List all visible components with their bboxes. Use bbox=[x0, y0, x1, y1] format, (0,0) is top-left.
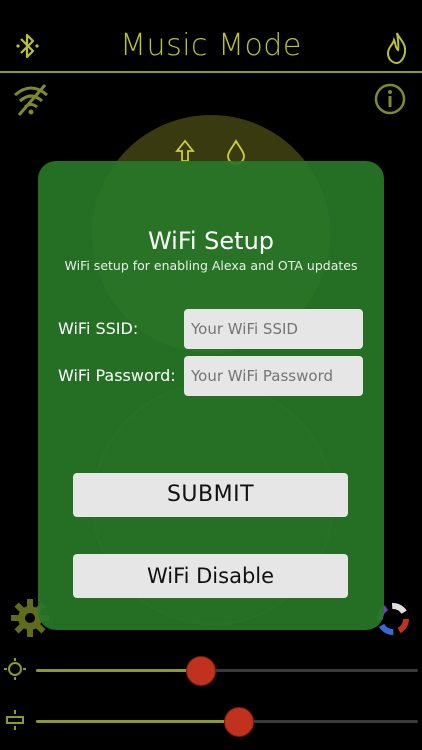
brightness-fill bbox=[36, 669, 200, 672]
speed-slider[interactable] bbox=[36, 707, 418, 737]
header: Music Mode bbox=[0, 0, 422, 73]
brightness-icon bbox=[2, 656, 28, 682]
brightness-thumb[interactable] bbox=[186, 656, 216, 686]
speed-icon bbox=[2, 707, 28, 733]
header-divider bbox=[0, 71, 422, 73]
speed-fill bbox=[36, 720, 238, 723]
wifi-setup-modal: WiFi Setup WiFi setup for enabling Alexa… bbox=[38, 161, 384, 630]
wifi-disable-button-label: WiFi Disable bbox=[146, 564, 275, 588]
info-icon[interactable] bbox=[372, 81, 408, 117]
submit-button-label: SUBMIT bbox=[166, 482, 255, 507]
wifi-off-icon[interactable] bbox=[10, 80, 52, 118]
page-title: Music Mode bbox=[120, 28, 302, 63]
brightness-slider[interactable] bbox=[36, 656, 418, 686]
password-input[interactable] bbox=[184, 356, 363, 396]
ssid-label: WiFi SSID: bbox=[58, 319, 139, 338]
flame-icon[interactable] bbox=[380, 28, 414, 68]
wifi-disable-button[interactable]: WiFi Disable bbox=[73, 554, 348, 598]
modal-subtitle: WiFi setup for enabling Alexa and OTA up… bbox=[64, 258, 358, 273]
ssid-input[interactable] bbox=[184, 309, 363, 349]
submit-button[interactable]: SUBMIT bbox=[73, 473, 348, 517]
password-label: WiFi Password: bbox=[58, 366, 176, 385]
modal-title: WiFi Setup bbox=[147, 227, 275, 255]
speed-thumb[interactable] bbox=[224, 707, 254, 737]
